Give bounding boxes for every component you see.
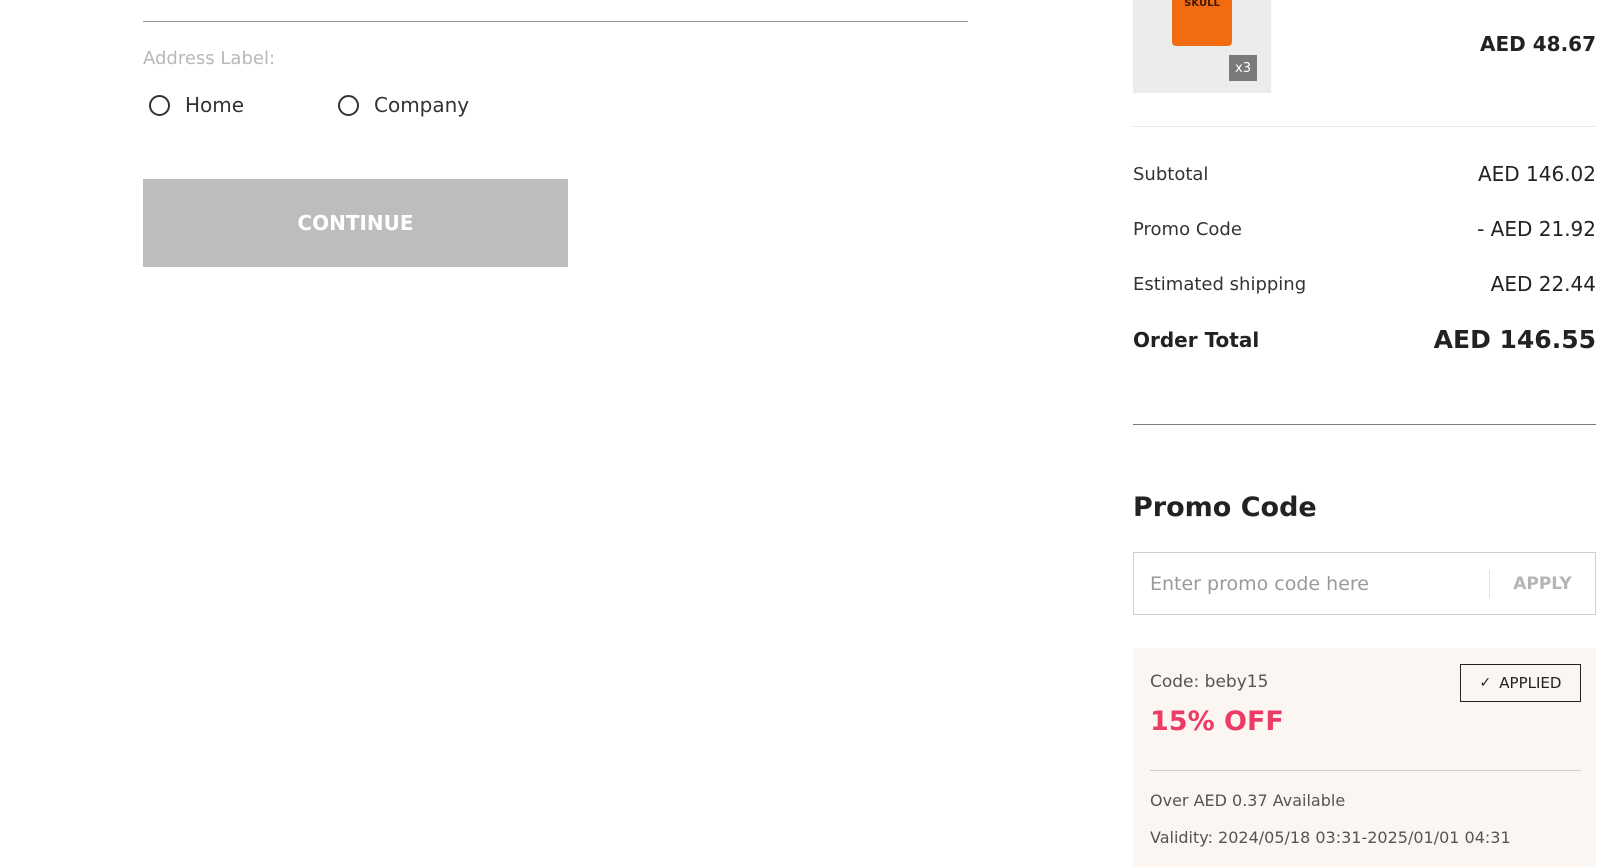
product-thumbnail[interactable]: SKULL x3 bbox=[1133, 0, 1271, 93]
promo-discount-row: Promo Code - AED 21.92 bbox=[1133, 217, 1596, 241]
address-label-heading: Address Label: bbox=[143, 48, 276, 69]
order-total-value: AED 146.55 bbox=[1433, 325, 1596, 354]
promo-code-box: APPLY bbox=[1133, 552, 1596, 615]
coupon-validity: Validity: 2024/05/18 03:31-2025/01/01 04… bbox=[1150, 828, 1511, 847]
coupon-code: Code: beby15 bbox=[1150, 672, 1269, 692]
address-option-home[interactable]: Home bbox=[149, 93, 244, 117]
radio-unchecked-icon bbox=[149, 94, 170, 116]
apply-button[interactable]: APPLY bbox=[1490, 564, 1595, 604]
order-total-label: Order Total bbox=[1133, 327, 1260, 352]
summary-divider bbox=[1133, 126, 1596, 127]
promo-code-input[interactable] bbox=[1134, 562, 1489, 605]
form-divider bbox=[143, 21, 968, 22]
product-image-text: SKULL bbox=[1184, 0, 1220, 9]
product-price: AED 48.67 bbox=[1480, 32, 1596, 56]
section-divider bbox=[1133, 424, 1596, 425]
quantity-badge: x3 bbox=[1229, 55, 1257, 81]
address-option-label: Company bbox=[374, 93, 470, 117]
coupon-minimum: Over AED 0.37 Available bbox=[1150, 791, 1346, 810]
check-icon: ✓ bbox=[1479, 675, 1492, 691]
shipping-value: AED 22.44 bbox=[1490, 272, 1596, 296]
shipping-label: Estimated shipping bbox=[1133, 273, 1307, 295]
subtotal-label: Subtotal bbox=[1133, 163, 1209, 185]
continue-button[interactable]: CONTINUE bbox=[143, 179, 568, 267]
coupon-card: Code: beby15 15% OFF ✓ APPLIED Over AED … bbox=[1133, 648, 1596, 867]
radio-unchecked-icon bbox=[338, 94, 359, 116]
applied-label: APPLIED bbox=[1499, 674, 1562, 692]
product-image: SKULL bbox=[1172, 0, 1232, 46]
shipping-row: Estimated shipping AED 22.44 bbox=[1133, 272, 1596, 296]
address-option-label: Home bbox=[185, 93, 245, 117]
coupon-divider bbox=[1150, 770, 1581, 771]
promo-discount-value: - AED 21.92 bbox=[1477, 217, 1596, 241]
applied-button[interactable]: ✓ APPLIED bbox=[1460, 664, 1581, 702]
coupon-discount: 15% OFF bbox=[1150, 706, 1284, 737]
promo-code-heading: Promo Code bbox=[1133, 492, 1317, 523]
subtotal-value: AED 146.02 bbox=[1477, 162, 1596, 186]
order-total-row: Order Total AED 146.55 bbox=[1133, 325, 1596, 354]
promo-discount-label: Promo Code bbox=[1133, 218, 1242, 240]
subtotal-row: Subtotal AED 146.02 bbox=[1133, 162, 1596, 186]
address-option-company[interactable]: Company bbox=[338, 93, 469, 117]
